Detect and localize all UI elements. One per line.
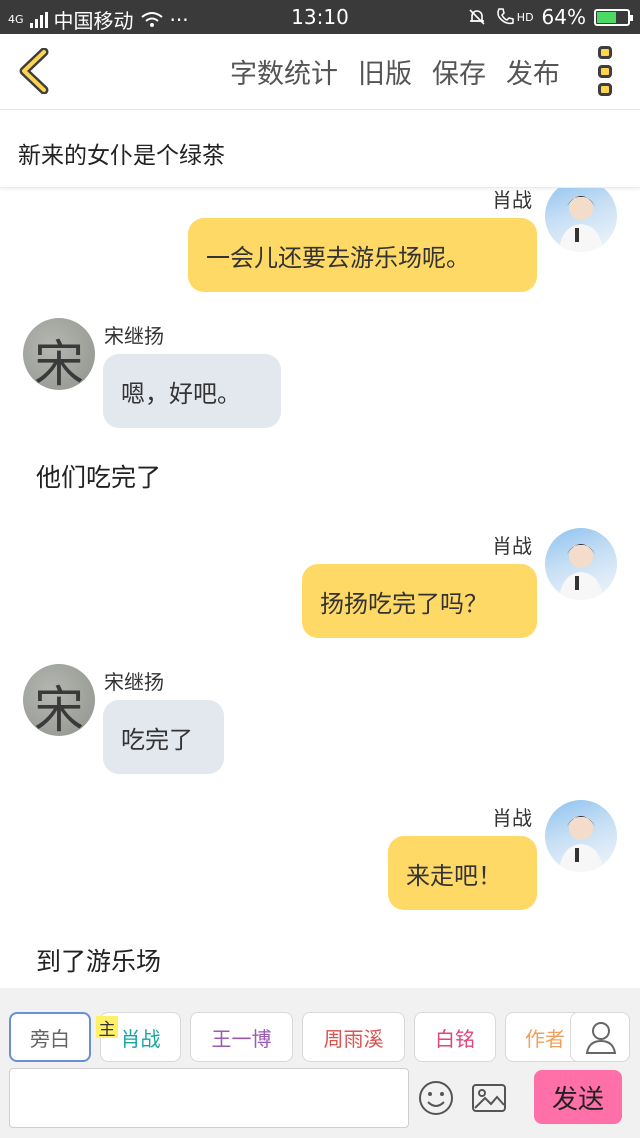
- hd-label: HD: [516, 10, 534, 24]
- speaker-name: 肖战: [492, 534, 532, 558]
- battery-level: [597, 11, 617, 23]
- person-icon: [585, 1022, 617, 1054]
- back-chevron-icon[interactable]: [14, 48, 54, 94]
- word-count-button[interactable]: 字数统计: [230, 52, 338, 91]
- story-title-bar[interactable]: 新来的女仆是个绿茶: [0, 110, 640, 188]
- editor-header: 字数统计 旧版 保存 发布: [0, 34, 640, 110]
- chat-bubble-me[interactable]: 扬扬吃完了吗？: [302, 564, 537, 638]
- avatar-glyph: 宋: [34, 335, 84, 390]
- speaker-name: 肖战: [492, 806, 532, 830]
- phone-icon: [497, 8, 514, 25]
- xiao-zhan-portrait-icon: [559, 196, 603, 252]
- status-right: HD 64%: [467, 5, 633, 29]
- xiao-zhan-portrait-icon: [559, 816, 603, 872]
- mute-bell-icon: [469, 9, 485, 25]
- chat-bubble-me[interactable]: 一会儿还要去游乐场呢。: [188, 218, 537, 292]
- battery-icon: [594, 8, 633, 26]
- speaker-name: 宋继扬: [104, 324, 164, 348]
- character-chip-label: 白铭: [435, 1026, 475, 1051]
- save-button[interactable]: 保存: [432, 52, 486, 91]
- avatar-xiao-zhan[interactable]: [545, 528, 617, 600]
- image-icon[interactable]: [469, 1078, 509, 1118]
- character-chip-zhou-yuxi[interactable]: 周雨溪: [302, 1012, 405, 1062]
- speaker-name: 肖战: [492, 188, 532, 212]
- story-title: 新来的女仆是个绿茶: [18, 143, 225, 169]
- avatar-song-jiyang[interactable]: 宋: [23, 318, 95, 390]
- chat-area[interactable]: 肖战 一会儿还要去游乐场呢。 宋 宋继扬 嗯，好吧。 他们吃完了 肖战 扬扬吃完…: [0, 188, 640, 988]
- header-actions: 字数统计 旧版 保存 发布: [230, 52, 560, 91]
- avatar-glyph: 宋: [34, 681, 84, 736]
- composer-toolbar: 旁白 肖战 主 王一博 周雨溪 白铭 作者 发送: [0, 988, 640, 1138]
- character-chip-bai-ming[interactable]: 白铭: [414, 1012, 496, 1062]
- main-character-badge: 主: [96, 1016, 118, 1040]
- avatar-song-jiyang[interactable]: 宋: [23, 664, 95, 736]
- xiao-zhan-portrait-icon: [559, 544, 603, 600]
- narration-text[interactable]: 到了游乐场: [36, 942, 161, 978]
- character-chip-narrator[interactable]: 旁白: [9, 1012, 91, 1062]
- message-input[interactable]: [9, 1068, 409, 1128]
- chat-bubble-me[interactable]: 来走吧！: [388, 836, 537, 910]
- battery-percent: 64%: [541, 5, 586, 29]
- narration-text[interactable]: 他们吃完了: [36, 458, 161, 494]
- speaker-name: 宋继扬: [104, 670, 164, 694]
- character-chip-label: 王一博: [211, 1026, 272, 1051]
- more-menu-icon[interactable]: [598, 46, 614, 96]
- character-chip-wang-yibo[interactable]: 王一博: [190, 1012, 293, 1062]
- add-character-button[interactable]: [570, 1012, 630, 1062]
- avatar-xiao-zhan[interactable]: [545, 800, 617, 872]
- old-version-button[interactable]: 旧版: [358, 52, 412, 91]
- send-button[interactable]: 发送: [534, 1070, 622, 1124]
- character-chip-label: 肖战: [120, 1026, 161, 1051]
- chat-bubble-other[interactable]: 吃完了: [103, 700, 224, 774]
- character-chip-label: 旁白: [30, 1026, 70, 1051]
- character-chip-label: 作者: [525, 1026, 565, 1051]
- emoji-icon[interactable]: [416, 1078, 456, 1118]
- chat-bubble-other[interactable]: 嗯，好吧。: [103, 354, 281, 428]
- character-chip-label: 周雨溪: [323, 1026, 384, 1051]
- avatar-xiao-zhan[interactable]: [545, 188, 617, 252]
- status-bar: 4G 中国移动 ··· 13:10 HD 64%: [0, 0, 640, 34]
- publish-button[interactable]: 发布: [506, 52, 560, 91]
